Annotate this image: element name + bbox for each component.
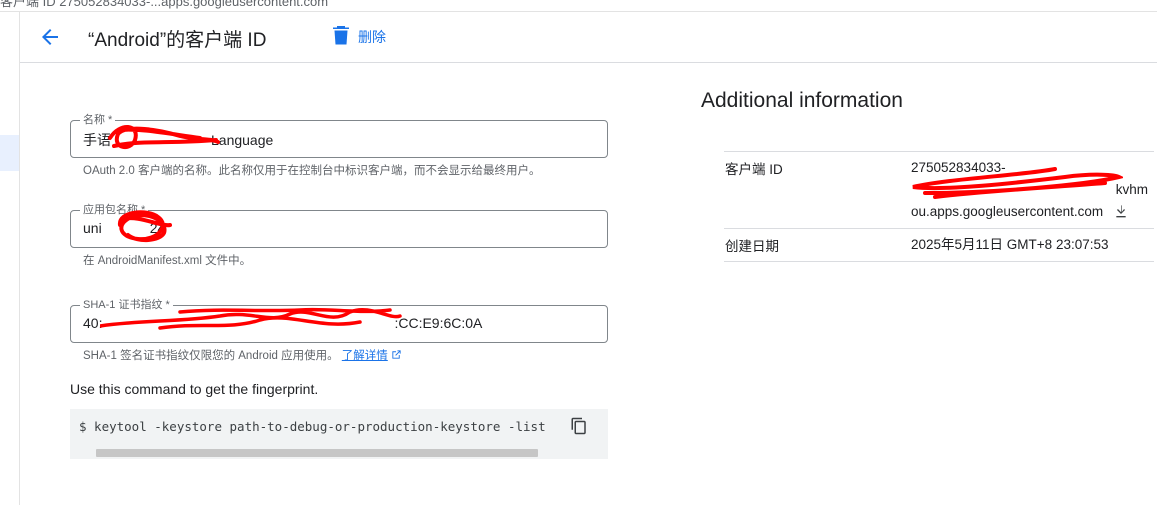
package-name-field[interactable]: 应用包名称 * uni 24 [70, 203, 608, 248]
page-title: “Android”的客户端 ID [88, 30, 267, 51]
left-nav-rail[interactable] [0, 12, 20, 505]
trash-icon [332, 25, 350, 50]
left-nav-selected-item[interactable] [0, 135, 19, 171]
command-code: $ keytool -keystore path-to-debug-or-pro… [79, 419, 546, 434]
download-icon[interactable] [1113, 204, 1129, 220]
delete-label: 删除 [358, 29, 386, 45]
external-link-icon[interactable] [391, 349, 402, 360]
url-strip: 客户端 ID 275052834033-...apps.googleuserco… [0, 0, 1157, 12]
creation-date-row: 创建日期 2025年5月11日 GMT+8 23:07:53 [724, 229, 1154, 262]
learn-more-link[interactable]: 了解详情 [342, 350, 388, 362]
name-field-hint: OAuth 2.0 客户端的名称。此名称仅用于在控制台中标识客户端，而不会显示给… [83, 165, 541, 177]
delete-button[interactable]: 删除 [332, 25, 386, 49]
code-horizontal-scrollbar[interactable] [96, 449, 538, 457]
client-id-label: 客户端 ID [725, 162, 783, 177]
command-code-block: $ keytool -keystore path-to-debug-or-pro… [70, 409, 608, 459]
sha1-fingerprint-field[interactable]: SHA-1 证书指纹 * 40::CC:E9:6C:0A [70, 298, 608, 343]
package-name-value[interactable]: uni 24 [83, 220, 165, 236]
additional-info-title: Additional information [701, 89, 903, 112]
back-arrow-icon[interactable] [38, 25, 62, 49]
copy-icon[interactable] [570, 417, 588, 435]
name-field[interactable]: 名称 * 手语 Language [70, 113, 608, 158]
sha1-value[interactable]: 40::CC:E9:6C:0A [83, 315, 482, 331]
page-header: “Android”的客户端 ID 删除 [20, 12, 1157, 63]
package-name-hint: 在 AndroidManifest.xml 文件中。 [83, 255, 252, 267]
client-id-row: 客户端 ID 275052834033- kvhm ou.apps.google… [724, 152, 1154, 229]
creation-date-value: 2025年5月11日 GMT+8 23:07:53 [911, 237, 1109, 252]
client-id-value: 275052834033- kvhm ou.apps.googleusercon… [911, 160, 1148, 220]
creation-date-label: 创建日期 [725, 239, 779, 254]
name-field-label: 名称 * [80, 113, 116, 127]
sha1-hint: SHA-1 签名证书指纹仅限您的 Android 应用使用。 了解详情 [83, 347, 402, 363]
package-name-label: 应用包名称 * [80, 203, 149, 217]
name-field-value[interactable]: 手语 Language [83, 130, 273, 150]
sha1-label: SHA-1 证书指纹 * [80, 298, 173, 312]
additional-info-table: 客户端 ID 275052834033- kvhm ou.apps.google… [724, 151, 1154, 262]
command-note: Use this command to get the fingerprint. [70, 381, 319, 397]
